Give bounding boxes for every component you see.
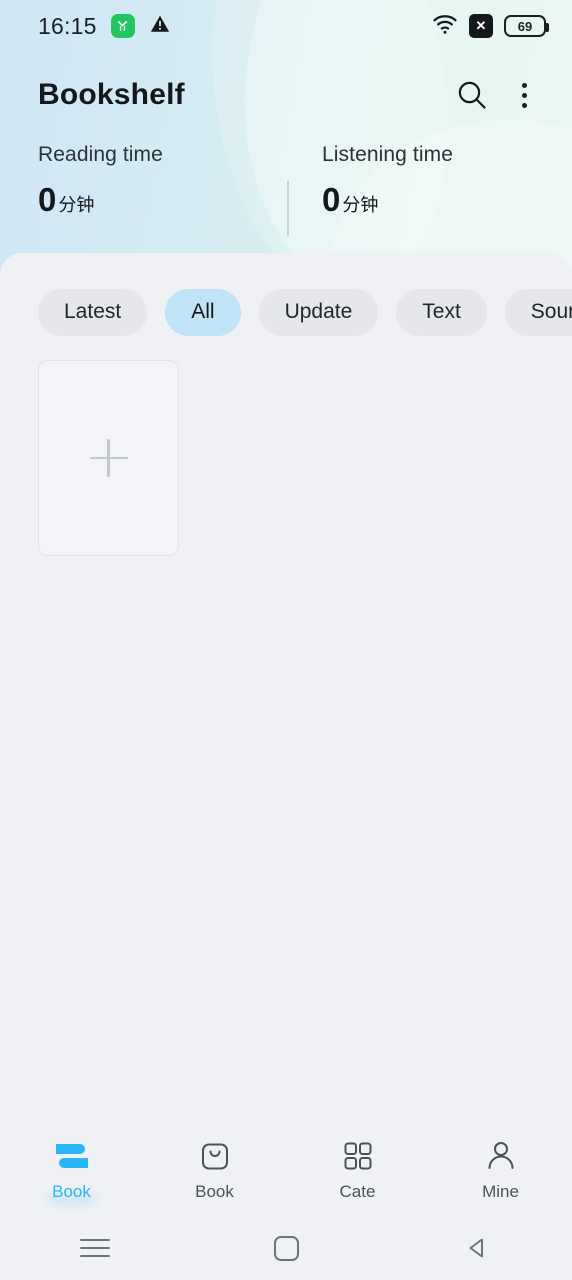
book-grid <box>38 360 179 556</box>
grid-icon <box>343 1138 373 1174</box>
green-app-icon <box>110 14 135 38</box>
status-bar: 16:15 ✕ 69 <box>0 0 572 52</box>
stat-number: 0 <box>38 181 57 218</box>
app-bar: Bookshelf <box>0 64 572 126</box>
battery-indicator: 69 <box>504 15 549 37</box>
nav-label: Book <box>195 1182 234 1201</box>
more-vertical-icon[interactable] <box>498 69 550 121</box>
nav-item-bookshelf[interactable]: Book <box>0 1138 143 1206</box>
back-glyph <box>469 1238 483 1258</box>
no-sim-icon: ✕ <box>469 14 493 38</box>
reading-stats: Reading time 0 分钟 Listening time 0 分钟 <box>0 143 572 243</box>
back-icon[interactable] <box>381 1235 572 1261</box>
plus-icon <box>89 439 128 477</box>
stat-value: 0 分钟 <box>38 181 163 219</box>
stat-value: 0 分钟 <box>322 181 453 219</box>
bookshelf-icon <box>53 1138 91 1174</box>
nav-label: Mine <box>482 1182 519 1201</box>
nav-item-profile[interactable]: Mine <box>429 1138 572 1202</box>
home-icon[interactable] <box>191 1235 382 1261</box>
status-bar-right: ✕ 69 <box>432 13 549 40</box>
recents-icon[interactable] <box>0 1239 191 1257</box>
stat-label: Reading time <box>38 143 163 166</box>
stat-label: Listening time <box>322 143 453 166</box>
stat-number: 0 <box>322 181 341 218</box>
status-bar-left: 16:15 <box>38 13 171 40</box>
recents-glyph <box>80 1239 111 1257</box>
wifi-icon <box>432 13 458 40</box>
chip-all[interactable]: All <box>165 288 241 336</box>
shopping-bag-icon <box>199 1138 231 1174</box>
home-glyph <box>273 1235 299 1261</box>
chip-update[interactable]: Update <box>258 288 379 336</box>
nav-label: Cate <box>339 1182 376 1201</box>
active-indicator <box>45 1192 98 1206</box>
nav-item-store[interactable]: Book <box>143 1138 286 1202</box>
stat-listening-time: Listening time 0 分钟 <box>322 143 453 219</box>
stats-divider <box>287 181 289 236</box>
chip-sound[interactable]: Sound <box>504 288 572 336</box>
chip-text[interactable]: Text <box>396 288 487 336</box>
search-icon[interactable] <box>446 69 498 121</box>
warning-triangle-icon <box>149 13 171 40</box>
person-icon <box>485 1138 517 1174</box>
page-title: Bookshelf <box>38 78 185 111</box>
more-dots <box>521 82 527 108</box>
system-navigation-bar <box>0 1216 572 1280</box>
battery-level: 69 <box>517 18 533 34</box>
nav-item-category[interactable]: Cate <box>286 1138 429 1202</box>
stat-unit: 分钟 <box>342 195 379 215</box>
app-root: 16:15 ✕ 69 Bookshelf Reading time 0 分钟 L… <box>0 0 572 1280</box>
status-time: 16:15 <box>38 12 97 39</box>
filter-chip-row[interactable]: Latest All Update Text Sound <box>0 286 572 338</box>
bottom-navigation: Book Book Cate Mine <box>0 1124 572 1216</box>
stat-reading-time: Reading time 0 分钟 <box>38 143 163 219</box>
stat-unit: 分钟 <box>58 195 95 215</box>
add-book-card[interactable] <box>38 360 179 556</box>
chip-latest[interactable]: Latest <box>38 288 148 336</box>
